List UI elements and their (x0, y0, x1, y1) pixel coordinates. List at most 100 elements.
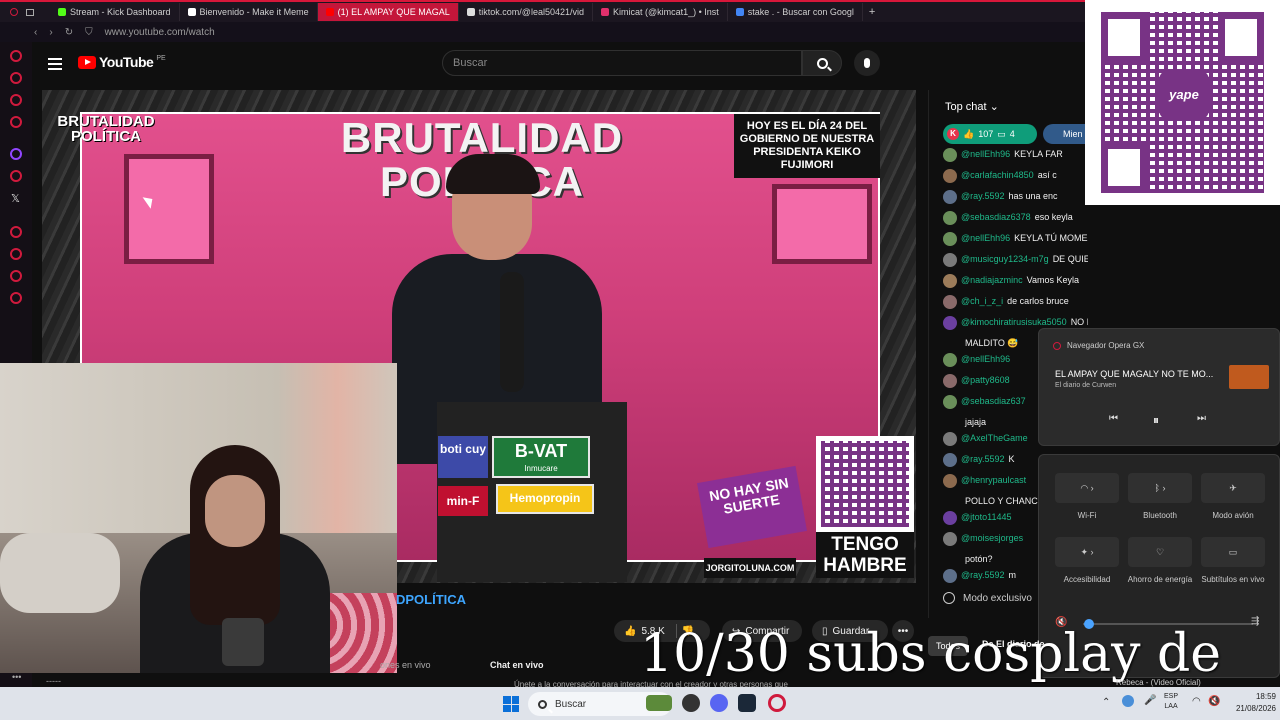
chat-avatar[interactable] (943, 274, 957, 288)
tray-network-icon[interactable] (1122, 695, 1134, 707)
video-title[interactable]: DPOLÍTICA (396, 592, 466, 607)
chat-avatar[interactable] (943, 232, 957, 246)
sidebar-more-icon[interactable]: ••• (12, 672, 21, 682)
chat-avatar[interactable] (943, 211, 957, 225)
reload-icon[interactable]: ↻ (65, 27, 73, 38)
airplane-mode-toggle[interactable]: ✈ (1201, 473, 1265, 503)
chat-username[interactable]: @carlafachin4850 (961, 169, 1034, 181)
new-tab-button[interactable]: + (863, 6, 881, 18)
sidebar-settings-icon[interactable] (10, 292, 22, 304)
chat-avatar[interactable] (943, 495, 957, 509)
kick-k-icon: K (947, 128, 959, 140)
chat-avatar[interactable] (943, 253, 957, 267)
sidebar-history-icon[interactable] (10, 248, 22, 260)
tray-volume-icon[interactable]: 🔇 (1208, 696, 1220, 707)
chat-avatar[interactable] (943, 569, 957, 583)
chat-username[interactable]: @ch_i_z_i (961, 295, 1003, 307)
chat-username[interactable]: @AxelTheGame (961, 432, 1028, 444)
tab-youtube[interactable]: (1) EL AMPAY QUE MAGAL (317, 3, 459, 21)
chat-username[interactable]: @nadiajazminc (961, 274, 1023, 286)
opera-gx-icon[interactable] (768, 694, 786, 712)
search-button[interactable] (802, 50, 842, 76)
tray-wifi-icon[interactable]: ◠ (1192, 696, 1201, 707)
search-input[interactable]: Buscar (442, 50, 802, 76)
voice-search-button[interactable] (854, 50, 880, 76)
forward-icon[interactable]: › (49, 27, 52, 38)
chat-username[interactable]: @sebasdiaz6378 (961, 211, 1031, 223)
sidebar-messenger-icon[interactable] (10, 116, 22, 128)
chat-username[interactable]: @ray.5592 (961, 569, 1005, 581)
discord-icon[interactable] (710, 694, 728, 712)
language-indicator[interactable]: ESP LAA (1164, 692, 1178, 712)
chat-username[interactable]: @sebasdiaz637 (961, 395, 1026, 407)
chat-avatar[interactable] (943, 511, 957, 525)
chat-avatar[interactable] (943, 416, 957, 430)
windows-start-icon[interactable] (503, 696, 519, 712)
obs-icon[interactable] (682, 694, 700, 712)
next-track-icon[interactable]: ⏭ (1197, 413, 1206, 424)
chat-username[interactable]: @henrypaulcast (961, 474, 1026, 486)
tab-instagram[interactable]: Kimicat (@kimcat1_) • Inst (593, 3, 728, 21)
accessibility-toggle[interactable]: ✦ › (1055, 537, 1119, 567)
chat-username[interactable]: @musicguy1234-m7g (961, 253, 1049, 265)
wifi-toggle[interactable]: ◠ › (1055, 473, 1119, 503)
top-chat-dropdown[interactable]: Top chat ⌄ (945, 100, 999, 113)
sidebar-twitch-icon[interactable] (10, 94, 22, 106)
chat-username[interactable]: @kimochiratirusisuka5050 (961, 316, 1067, 328)
chat-username[interactable]: @ray.5592 (961, 190, 1005, 202)
pause-icon[interactable]: ⏸ (1153, 413, 1159, 428)
members-pill[interactable]: Mien (1043, 124, 1088, 144)
chat-username[interactable]: @nellEhh96 (961, 232, 1010, 244)
energy-saver-toggle[interactable]: ♡ (1128, 537, 1192, 567)
chat-username[interactable]: @ray.5592 (961, 453, 1005, 465)
sidebar-store-icon[interactable] (10, 72, 22, 84)
chat-avatar[interactable] (943, 148, 957, 162)
chat-username[interactable]: @patty8608 (961, 374, 1010, 386)
taskbar-clock[interactable]: 18:59 21/08/2026 (1226, 691, 1276, 715)
chat-avatar[interactable] (943, 295, 957, 309)
chat-username[interactable]: @nellEhh96 (961, 148, 1010, 160)
taskbar-widget-icon[interactable] (646, 695, 672, 711)
chat-avatar[interactable] (943, 374, 957, 388)
sidebar-gx-icon[interactable] (10, 50, 22, 62)
chat-avatar[interactable] (943, 553, 957, 567)
kick-stats-pill[interactable]: K 👍 107 ▭ 4 (943, 124, 1037, 144)
tab-make-it-meme[interactable]: Bienvenido - Make it Meme (180, 3, 318, 21)
bluetooth-toggle[interactable]: ᛒ › (1128, 473, 1192, 503)
chat-avatar[interactable] (943, 316, 957, 330)
chat-username[interactable]: @nellEhh96 (961, 353, 1010, 365)
related-video-title[interactable]: Rebeca - (Video Oficial) (1116, 678, 1201, 687)
tab-tiktok[interactable]: tiktok.com/@leal50421/vid (459, 3, 593, 21)
tray-chevron-icon[interactable]: ⌃ (1102, 697, 1110, 708)
previous-track-icon[interactable]: ⏮ (1109, 413, 1118, 424)
sidebar-x-icon[interactable]: 𝕏 (11, 192, 20, 205)
chat-avatar[interactable] (943, 453, 957, 467)
shield-icon[interactable]: ⛉ (85, 27, 93, 38)
chat-avatar[interactable] (943, 169, 957, 183)
sidebar-twitch-purple-icon[interactable] (10, 148, 22, 160)
back-icon[interactable]: ‹ (34, 27, 37, 38)
opera-logo-icon[interactable] (10, 8, 18, 16)
tray-mic-icon[interactable]: 🎤 (1144, 695, 1156, 706)
sidebar-discord-icon[interactable] (10, 170, 22, 182)
live-captions-toggle[interactable]: ▭ (1201, 537, 1265, 567)
chat-avatar[interactable] (943, 395, 957, 409)
sidebar-extensions-icon[interactable] (10, 270, 22, 282)
url-text[interactable]: www.youtube.com/watch (105, 27, 215, 38)
tab-list-icon[interactable] (26, 8, 34, 16)
chat-avatar[interactable] (943, 337, 957, 351)
chat-avatar[interactable] (943, 474, 957, 488)
chat-avatar[interactable] (943, 532, 957, 546)
tab-google[interactable]: stake . - Buscar con Googl (728, 3, 863, 21)
chat-username[interactable]: @moisesjorges (961, 532, 1023, 544)
steam-icon[interactable] (738, 694, 756, 712)
live-tab[interactable]: ones en vivo (380, 660, 431, 670)
chat-avatar[interactable] (943, 190, 957, 204)
hamburger-menu-icon[interactable] (48, 58, 62, 70)
chat-avatar[interactable] (943, 432, 957, 446)
sidebar-player-icon[interactable] (10, 226, 22, 238)
tab-kick[interactable]: Stream - Kick Dashboard (50, 3, 180, 21)
chat-avatar[interactable] (943, 353, 957, 367)
chat-username[interactable]: @jtoto11445 (961, 511, 1012, 523)
youtube-logo[interactable]: YouTube PE (78, 54, 166, 70)
